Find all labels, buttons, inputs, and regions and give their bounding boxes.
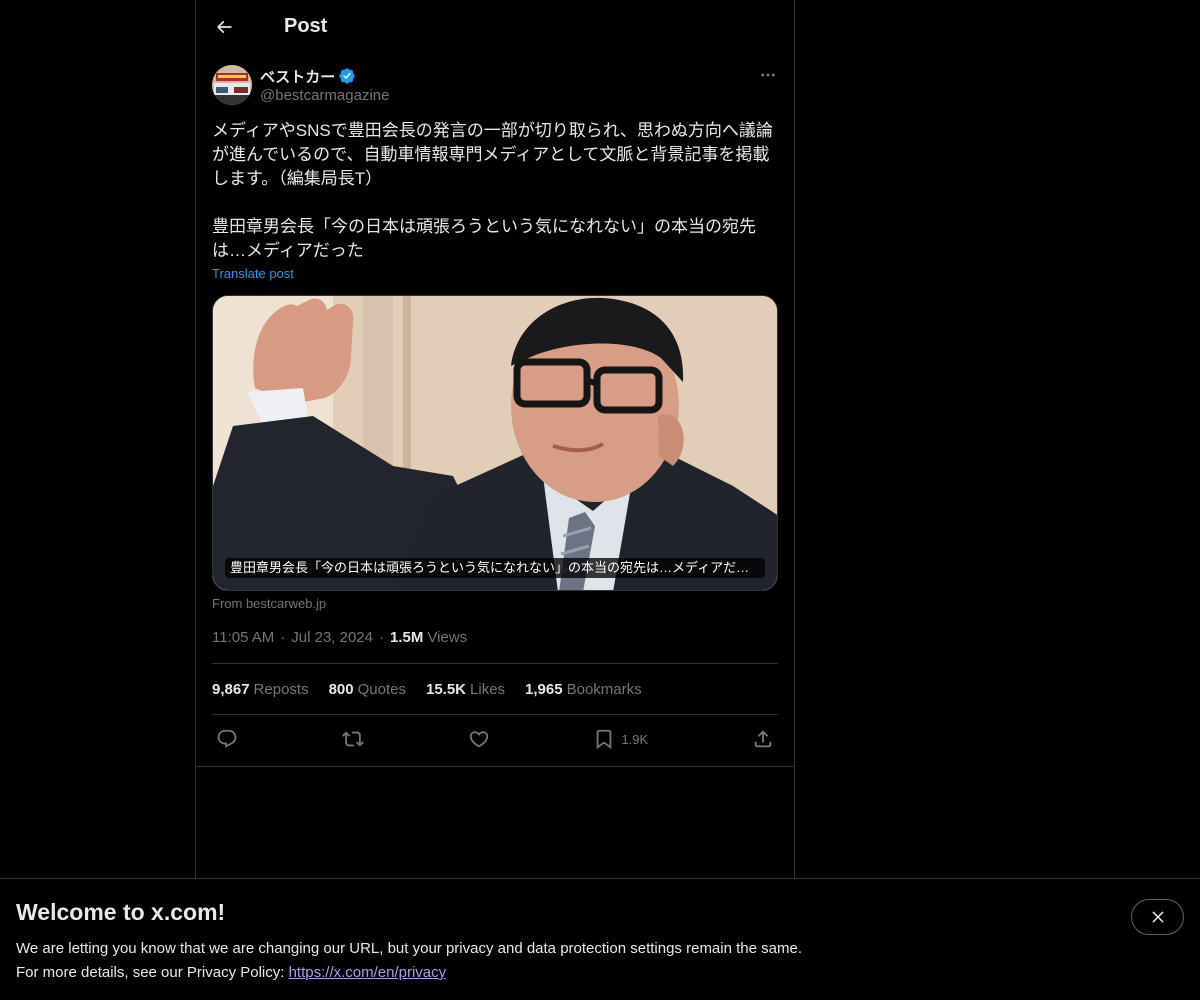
more-options-button[interactable]	[758, 65, 778, 85]
separator-dot: ·	[379, 628, 384, 646]
post-text: メディアやSNSで豊田会長の発言の一部が切り取られ、思わぬ方向へ議論が進んでいる…	[212, 121, 773, 260]
more-horizontal-icon	[761, 73, 775, 77]
card-image	[213, 296, 777, 590]
close-icon	[1151, 911, 1164, 923]
handle[interactable]: @bestcarmagazine	[260, 87, 389, 104]
stat-bookmarks[interactable]: 1,965 Bookmarks	[525, 681, 642, 698]
banner-line-2: For more details, see our Privacy Policy…	[16, 961, 1184, 985]
timestamp-row: 11:05 AM · Jul 23, 2024 · 1.5M Views	[212, 627, 778, 647]
repost-icon	[341, 731, 364, 747]
main-column: Post ベストカー @bestcarmagazine メディアやSNSで豊田会…	[195, 0, 795, 1000]
card-source[interactable]: From bestcarweb.jp	[212, 596, 778, 611]
separator-dot: ·	[280, 628, 286, 646]
banner-line-1: We are letting you know that we are chan…	[16, 940, 802, 957]
bookmark-icon	[597, 729, 612, 750]
stat-label: Bookmarks	[566, 680, 642, 698]
page-title: Post	[284, 15, 328, 37]
share-icon	[754, 730, 772, 748]
views-label: Views	[427, 628, 468, 646]
post-time[interactable]: 11:05 AM	[212, 629, 274, 646]
views-count: 1.5M	[390, 628, 424, 646]
url-change-banner: Welcome to x.com! We are letting you kno…	[0, 878, 1200, 1000]
link-card[interactable]: 豊田章男会長「今の日本は頑張ろうという気になれない」の本当の宛先は…メディアだっ…	[212, 295, 778, 591]
stat-quotes[interactable]: 800 Quotes	[329, 681, 406, 698]
close-banner-button[interactable]	[1131, 899, 1184, 935]
banner-title: Welcome to x.com!	[16, 899, 226, 925]
column-divider	[196, 766, 794, 767]
author-row: ベストカー @bestcarmagazine	[212, 65, 778, 105]
repost-button[interactable]	[341, 728, 364, 750]
stat-label: Quotes	[357, 680, 406, 698]
author-meta: ベストカー @bestcarmagazine	[260, 65, 389, 104]
stat-count: 9,867	[212, 680, 250, 698]
stat-reposts[interactable]: 9,867 Reposts	[212, 681, 309, 698]
banner-body: We are letting you know that we are chan…	[16, 937, 1184, 985]
share-button[interactable]	[752, 728, 774, 750]
reply-button[interactable]	[216, 728, 238, 750]
post: ベストカー @bestcarmagazine メディアやSNSで豊田会長の発言の…	[196, 53, 794, 763]
name-line: ベストカー	[260, 66, 389, 86]
stat-count: 1,965	[525, 680, 563, 698]
bookmark-count: 1.9K	[621, 731, 649, 747]
top-bar: Post	[196, 0, 794, 53]
bookmark-button[interactable]: 1.9K	[593, 728, 648, 750]
stat-likes[interactable]: 15.5K Likes	[426, 681, 505, 698]
stat-label: Reposts	[253, 680, 309, 698]
display-name[interactable]: ベストカー	[260, 66, 335, 87]
banner-line-2-prefix: For more details, see our Privacy Policy…	[16, 964, 289, 981]
engagement-stats: 9,867 Reposts 800 Quotes 15.5K Likes 1,965 B…	[212, 663, 778, 715]
back-button[interactable]	[212, 15, 236, 39]
post-date[interactable]: Jul 23, 2024	[291, 629, 373, 646]
card-caption: 豊田章男会長「今の日本は頑張ろうという気になれない」の本当の宛先は…メディアだっ…	[225, 558, 765, 578]
translate-post-link[interactable]: Translate post	[212, 266, 294, 281]
action-bar: 1.9K	[212, 715, 778, 763]
avatar[interactable]	[212, 65, 252, 105]
arrow-left-icon	[216, 20, 232, 33]
like-button[interactable]	[468, 728, 490, 750]
reply-icon	[217, 729, 237, 748]
heart-icon	[469, 731, 488, 748]
verified-badge-icon	[339, 68, 355, 84]
stat-count: 15.5K	[425, 680, 467, 698]
privacy-policy-link[interactable]: https://x.com/en/privacy	[289, 964, 447, 981]
stat-count: 800	[328, 680, 354, 698]
stat-label: Likes	[470, 680, 506, 698]
